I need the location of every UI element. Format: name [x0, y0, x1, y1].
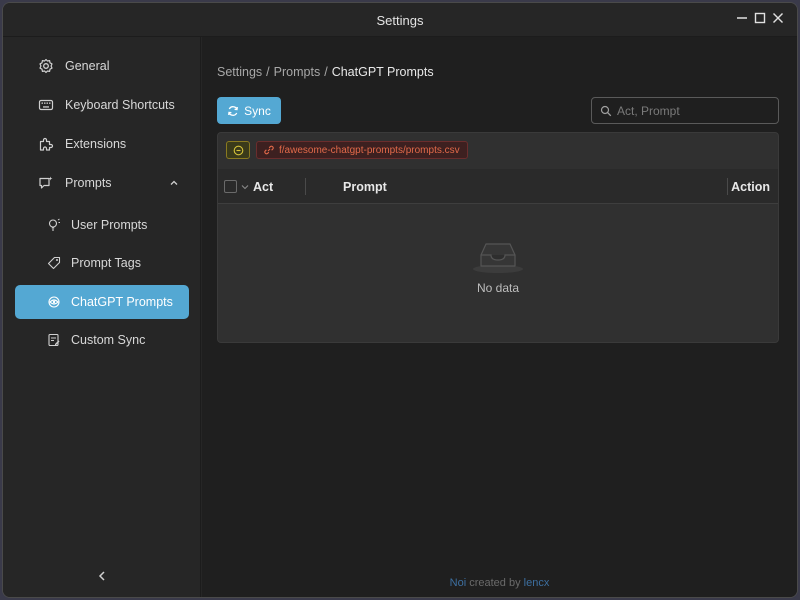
- gear-icon: [37, 57, 55, 75]
- sidebar-item-custom-sync[interactable]: Custom Sync: [15, 323, 189, 357]
- sidebar-item-keyboard-shortcuts[interactable]: Keyboard Shortcuts: [15, 88, 189, 122]
- chevron-down-icon[interactable]: [240, 181, 250, 191]
- column-divider[interactable]: [305, 178, 306, 195]
- chevron-up-icon[interactable]: [167, 176, 181, 190]
- sidebar-item-general[interactable]: General: [15, 49, 189, 83]
- title-bar: Settings: [3, 3, 797, 37]
- sidebar-item-chatgpt-prompts[interactable]: ChatGPT Prompts: [15, 285, 189, 319]
- empty-inbox-icon: [473, 243, 523, 273]
- sync-button[interactable]: Sync: [217, 97, 281, 124]
- footer-app-link[interactable]: Noi: [450, 577, 467, 589]
- keyboard-icon: [37, 96, 55, 114]
- sync-icon: [228, 105, 239, 116]
- footer-author-link[interactable]: lencx: [524, 577, 550, 589]
- sidebar-item-prompt-tags[interactable]: Prompt Tags: [15, 246, 189, 280]
- breadcrumb-settings[interactable]: Settings: [217, 65, 262, 79]
- source-toggle[interactable]: [226, 141, 250, 159]
- sidebar-item-user-prompts[interactable]: User Prompts: [15, 208, 189, 242]
- sidebar-item-label: Custom Sync: [71, 333, 146, 347]
- sidebar-item-label: ChatGPT Prompts: [71, 295, 173, 309]
- sidebar-item-label: User Prompts: [71, 218, 148, 232]
- openai-icon: [45, 293, 63, 311]
- window-title: Settings: [376, 13, 424, 28]
- footer-text: created by: [469, 577, 521, 589]
- settings-window: Settings General Keyboard Shortcuts Exte…: [2, 2, 798, 598]
- empty-state: No data: [218, 238, 778, 295]
- tag-icon: [45, 254, 63, 272]
- lightbulb-icon: [45, 216, 63, 234]
- source-path: f/awesome-chatgpt-prompts/prompts.csv: [279, 144, 460, 156]
- breadcrumb: Settings / Prompts / ChatGPT Prompts: [217, 65, 434, 79]
- column-divider[interactable]: [727, 178, 728, 195]
- column-header-action: Action: [731, 180, 770, 194]
- prompts-table-panel: f/awesome-chatgpt-prompts/prompts.csv Ac…: [217, 132, 779, 343]
- source-link-tag[interactable]: f/awesome-chatgpt-prompts/prompts.csv: [256, 141, 468, 159]
- column-header-prompt[interactable]: Prompt: [343, 180, 387, 194]
- breadcrumb-current: ChatGPT Prompts: [331, 65, 434, 79]
- document-edit-icon: [45, 331, 63, 349]
- table-header: Act Prompt Action: [218, 169, 778, 204]
- footer: Noi created by lencx: [202, 577, 797, 589]
- check-circle-icon: [233, 145, 243, 155]
- link-icon: [264, 145, 274, 155]
- chevron-left-icon[interactable]: [95, 569, 111, 585]
- sidebar-item-label: Prompts: [65, 176, 112, 190]
- sidebar-item-label: Extensions: [65, 137, 127, 151]
- chat-bubble-icon: [37, 174, 55, 192]
- search-input[interactable]: [617, 103, 767, 118]
- minimize-icon[interactable]: [735, 11, 749, 25]
- puzzle-icon: [37, 135, 55, 153]
- breadcrumb-separator: /: [266, 65, 270, 79]
- sidebar-item-label: General: [65, 59, 110, 73]
- breadcrumb-separator: /: [324, 65, 328, 79]
- main-content: Settings / Prompts / ChatGPT Prompts Syn…: [202, 37, 797, 597]
- search-box[interactable]: [591, 97, 779, 124]
- close-icon[interactable]: [771, 11, 785, 25]
- empty-text: No data: [476, 281, 520, 295]
- maximize-icon[interactable]: [753, 11, 767, 25]
- sidebar-item-prompts[interactable]: Prompts: [15, 166, 189, 200]
- search-icon: [600, 105, 612, 116]
- sync-button-label: Sync: [244, 103, 271, 118]
- select-all-checkbox[interactable]: [224, 180, 237, 193]
- sidebar-item-label: Prompt Tags: [71, 256, 141, 270]
- sidebar-item-extensions[interactable]: Extensions: [15, 127, 189, 161]
- column-header-act[interactable]: Act: [253, 180, 273, 194]
- sidebar: General Keyboard Shortcuts Extensions Pr…: [3, 37, 201, 597]
- sidebar-item-label: Keyboard Shortcuts: [65, 98, 175, 112]
- breadcrumb-prompts[interactable]: Prompts: [274, 65, 321, 79]
